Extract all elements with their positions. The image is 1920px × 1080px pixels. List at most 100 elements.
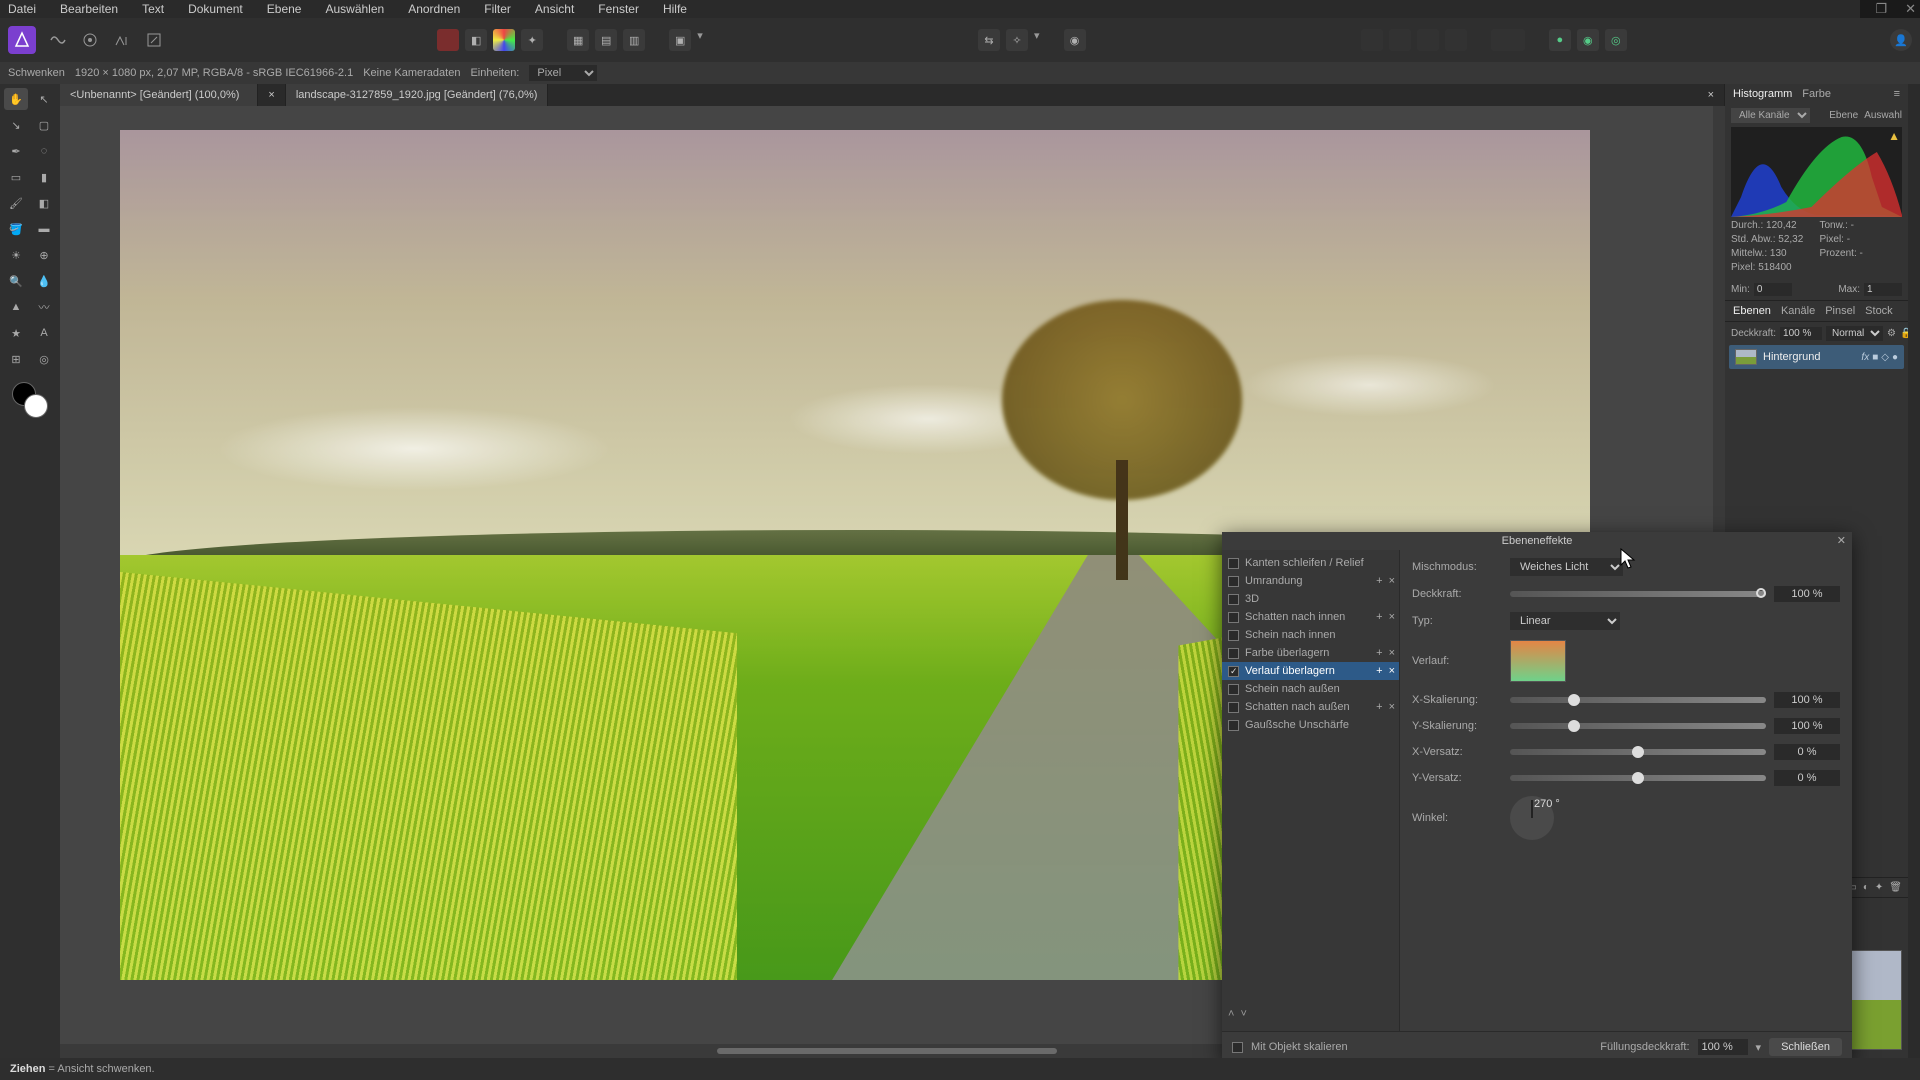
yoff-slider[interactable] bbox=[1510, 775, 1766, 781]
tab-close-1[interactable]: × bbox=[258, 84, 285, 106]
layer-row-background[interactable]: Hintergrund fx ■ ◇ ● bbox=[1729, 345, 1904, 369]
window-maximize-icon[interactable]: ❐ bbox=[1875, 1, 1887, 17]
gear-icon[interactable]: ⚙ bbox=[1887, 328, 1896, 339]
fx-outline[interactable]: Umrandung+× bbox=[1222, 572, 1399, 590]
fx-inner-shadow[interactable]: Schatten nach innen+× bbox=[1222, 608, 1399, 626]
layer-fx-badge[interactable]: fx bbox=[1861, 352, 1869, 363]
close-button[interactable]: Schließen bbox=[1769, 1038, 1842, 1056]
fx-outer-glow[interactable]: Schein nach außen bbox=[1222, 680, 1399, 698]
histogram-layer-btn[interactable]: Ebene bbox=[1829, 110, 1858, 121]
mesh-tool[interactable]: ⊞ bbox=[4, 348, 28, 370]
fill-opacity-input[interactable] bbox=[1698, 1039, 1748, 1055]
yscale-value[interactable]: 100 % bbox=[1774, 718, 1840, 734]
node-tool[interactable]: ↘ bbox=[4, 114, 28, 136]
tab-document-1[interactable]: <Unbenannt> [Geändert] (100,0%) bbox=[60, 84, 258, 106]
fx-3d[interactable]: 3D bbox=[1222, 590, 1399, 608]
menu-fenster[interactable]: Fenster bbox=[598, 2, 639, 16]
eraser-tool[interactable]: ◧ bbox=[32, 192, 56, 214]
pen-tool[interactable]: ✒ bbox=[4, 140, 28, 162]
fx-remove-icon[interactable]: × bbox=[1389, 647, 1395, 659]
account-icon[interactable]: 👤 bbox=[1890, 29, 1912, 51]
persona-develop-icon[interactable] bbox=[78, 28, 102, 52]
grid-1-icon[interactable]: ▦ bbox=[567, 29, 589, 51]
fx-add-icon[interactable]: + bbox=[1376, 611, 1382, 623]
grid-2-icon[interactable]: ▤ bbox=[595, 29, 617, 51]
layer-lock-icon[interactable]: ■ bbox=[1872, 352, 1878, 363]
fx-gradient-overlay[interactable]: Verlauf überlagern+× bbox=[1222, 662, 1399, 680]
menu-ebene[interactable]: Ebene bbox=[267, 2, 302, 16]
dodge-tool[interactable]: ☀ bbox=[4, 244, 28, 266]
cloud-3-icon[interactable]: ◎ bbox=[1605, 29, 1627, 51]
yoff-value[interactable]: 0 % bbox=[1774, 770, 1840, 786]
menu-auswaehlen[interactable]: Auswählen bbox=[325, 2, 384, 16]
opacity-value[interactable]: 100 % bbox=[1774, 586, 1840, 602]
menu-dokument[interactable]: Dokument bbox=[188, 2, 243, 16]
swatch-red-icon[interactable] bbox=[437, 29, 459, 51]
fx-add-icon[interactable]: + bbox=[1376, 647, 1382, 659]
window-close-icon[interactable]: ✕ bbox=[1905, 1, 1916, 17]
fx-inner-glow[interactable]: Schein nach innen bbox=[1222, 626, 1399, 644]
layer-visible-icon[interactable]: ● bbox=[1892, 352, 1898, 363]
cloud-2-icon[interactable]: ◉ bbox=[1577, 29, 1599, 51]
menu-filter[interactable]: Filter bbox=[484, 2, 511, 16]
fx-remove-icon[interactable]: × bbox=[1389, 665, 1395, 677]
fx-remove-icon[interactable]: × bbox=[1389, 611, 1395, 623]
marquee-tool[interactable]: ▭ bbox=[4, 166, 28, 188]
fx-gaussian-blur[interactable]: Gaußsche Unschärfe bbox=[1222, 716, 1399, 734]
tab-stock[interactable]: Stock bbox=[1865, 305, 1893, 317]
fx-add-icon[interactable]: + bbox=[1376, 665, 1382, 677]
dialog-close-icon[interactable]: ✕ bbox=[1837, 534, 1846, 547]
angle-value[interactable]: 270 ° bbox=[1534, 798, 1560, 810]
arrange-icon[interactable]: ⇆ bbox=[978, 29, 1000, 51]
fx-color-overlay[interactable]: Farbe überlagern+× bbox=[1222, 644, 1399, 662]
grid-3-icon[interactable]: ▥ bbox=[623, 29, 645, 51]
fx-add-icon[interactable]: + bbox=[1376, 701, 1382, 713]
fx-down-icon[interactable]: ˅ bbox=[1240, 1008, 1246, 1020]
zoom-tool[interactable]: 🔍 bbox=[4, 270, 28, 292]
menu-bearbeiten[interactable]: Bearbeiten bbox=[60, 2, 118, 16]
layer-blend-select[interactable]: Normal bbox=[1826, 326, 1883, 341]
layer-delete-icon[interactable]: 🗑 bbox=[1889, 882, 1902, 893]
yscale-slider[interactable] bbox=[1510, 723, 1766, 729]
crop-tool[interactable]: ▢ bbox=[32, 114, 56, 136]
shape-tool[interactable]: ▲ bbox=[4, 296, 28, 318]
xoff-value[interactable]: 0 % bbox=[1774, 744, 1840, 760]
dropdown-chevron-icon[interactable]: ▾ bbox=[697, 29, 703, 51]
persona-export-icon[interactable] bbox=[142, 28, 166, 52]
align-icon[interactable]: ✧ bbox=[1006, 29, 1028, 51]
menu-hilfe[interactable]: Hilfe bbox=[663, 2, 687, 16]
hand-tool[interactable]: ✋ bbox=[4, 88, 28, 110]
picker-tool[interactable]: ◎ bbox=[32, 348, 56, 370]
gradient-tool[interactable]: ▬ bbox=[32, 218, 56, 240]
quickmask-icon[interactable]: ◉ bbox=[1064, 29, 1086, 51]
gradient-preview[interactable] bbox=[1510, 640, 1566, 682]
text-tool[interactable]: A bbox=[32, 322, 56, 344]
lock-icon[interactable]: 🔒 bbox=[1900, 328, 1908, 339]
fx-outer-shadow[interactable]: Schatten nach außen+× bbox=[1222, 698, 1399, 716]
menu-datei[interactable]: Datei bbox=[8, 2, 36, 16]
color-swatches[interactable] bbox=[12, 382, 48, 418]
menu-text[interactable]: Text bbox=[142, 2, 164, 16]
persona-liquify-icon[interactable] bbox=[46, 28, 70, 52]
brush-tool[interactable]: 🖌 bbox=[4, 192, 28, 214]
move-tool[interactable]: ↖ bbox=[32, 88, 56, 110]
gradient-type-select[interactable]: Linear bbox=[1510, 612, 1620, 630]
tab-layers[interactable]: Ebenen bbox=[1733, 305, 1771, 317]
layer-fx-icon[interactable]: ✦ bbox=[1875, 882, 1883, 893]
star-tool[interactable]: ★ bbox=[4, 322, 28, 344]
tab-channels[interactable]: Kanäle bbox=[1781, 305, 1815, 317]
stamp-tool[interactable]: ⊕ bbox=[32, 244, 56, 266]
histogram-selection-btn[interactable]: Auswahl bbox=[1864, 110, 1902, 121]
persona-tone-icon[interactable] bbox=[110, 28, 134, 52]
cloud-1-icon[interactable]: ● bbox=[1549, 29, 1571, 51]
opacity-slider[interactable] bbox=[1510, 591, 1766, 597]
xscale-value[interactable]: 100 % bbox=[1774, 692, 1840, 708]
tab-brushes[interactable]: Pinsel bbox=[1825, 305, 1855, 317]
autocolor-icon[interactable] bbox=[493, 29, 515, 51]
layer-opacity-input[interactable] bbox=[1780, 327, 1822, 340]
fx-add-icon[interactable]: + bbox=[1376, 575, 1382, 587]
fx-remove-icon[interactable]: × bbox=[1389, 575, 1395, 587]
dropdown-chevron-icon[interactable]: ▾ bbox=[1756, 1041, 1762, 1054]
units-select[interactable]: Pixel bbox=[529, 65, 597, 81]
tab-color[interactable]: Farbe bbox=[1802, 88, 1831, 100]
